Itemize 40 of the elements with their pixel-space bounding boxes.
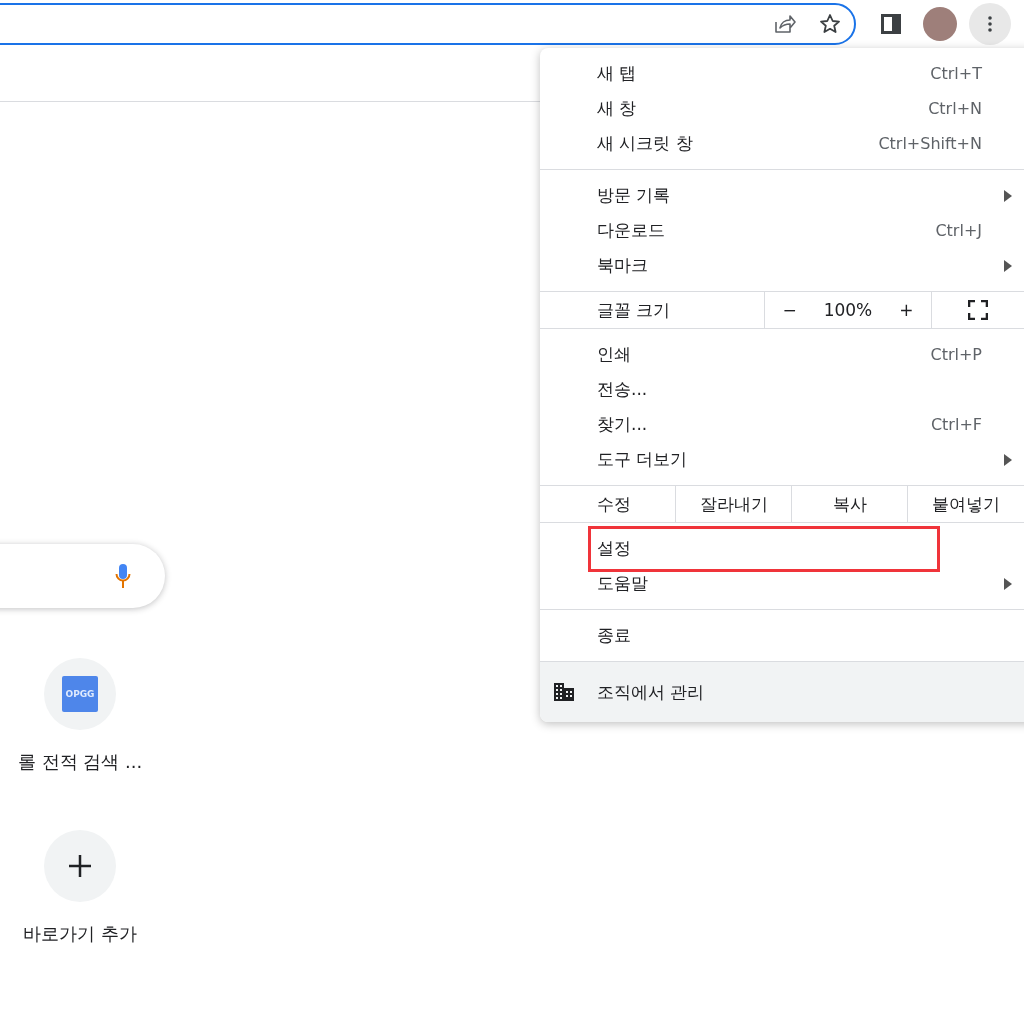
submenu-arrow-icon bbox=[1004, 190, 1012, 202]
menu-item[interactable]: 새 시크릿 창 Ctrl+Shift+N bbox=[540, 126, 1024, 161]
menu-icon bbox=[988, 16, 992, 32]
share-icon[interactable] bbox=[772, 12, 796, 36]
menu-item[interactable]: 설정 bbox=[540, 531, 1024, 566]
profile-avatar[interactable] bbox=[923, 7, 957, 41]
shortcut-label[interactable]: 롤 전적 검색 ... bbox=[17, 750, 143, 774]
edit-action-button[interactable]: 붙여넣기 bbox=[908, 486, 1024, 522]
menu-item[interactable]: 다운로드 Ctrl+J bbox=[540, 213, 1024, 248]
menu-button[interactable] bbox=[969, 3, 1011, 45]
star-icon[interactable] bbox=[818, 12, 842, 36]
site-logo: OPGG bbox=[62, 676, 98, 712]
side-panel-icon[interactable] bbox=[881, 14, 901, 34]
mic-icon[interactable] bbox=[115, 563, 131, 589]
menu-item[interactable]: 인쇄 Ctrl+P bbox=[540, 337, 1024, 372]
plus-icon bbox=[69, 855, 91, 877]
submenu-arrow-icon bbox=[1004, 454, 1012, 466]
menu-item[interactable]: 도구 더보기 bbox=[540, 442, 1024, 477]
shortcut-label[interactable]: 바로가기 추가 bbox=[23, 922, 137, 946]
submenu-arrow-icon bbox=[1004, 578, 1012, 590]
menu-item[interactable]: 북마크 bbox=[540, 248, 1024, 283]
menu-label: 글꼴 크기 bbox=[540, 292, 765, 328]
edit-action-button[interactable]: 잘라내기 bbox=[676, 486, 792, 522]
zoom-level: 100% bbox=[823, 300, 873, 320]
menu-item[interactable]: 방문 기록 bbox=[540, 178, 1024, 213]
fullscreen-icon bbox=[968, 300, 988, 320]
submenu-arrow-icon bbox=[1004, 260, 1012, 272]
menu-item[interactable]: 도움말 bbox=[540, 566, 1024, 601]
menu-label: 수정 bbox=[540, 486, 676, 522]
menu-item[interactable]: 찾기... Ctrl+F bbox=[540, 407, 1024, 442]
edit-action-button[interactable]: 복사 bbox=[792, 486, 908, 522]
menu-item[interactable]: 조직에서 관리 bbox=[540, 662, 1024, 722]
building-icon bbox=[553, 682, 575, 702]
menu-item[interactable]: 새 탭 Ctrl+T bbox=[540, 56, 1024, 91]
menu-item[interactable]: 전송... bbox=[540, 372, 1024, 407]
menu-item[interactable]: 종료 bbox=[540, 618, 1024, 653]
zoom-in-button[interactable]: + bbox=[891, 300, 922, 320]
zoom-out-button[interactable]: − bbox=[774, 300, 805, 320]
menu-item[interactable]: 새 창 Ctrl+N bbox=[540, 91, 1024, 126]
address-bar[interactable] bbox=[0, 3, 856, 45]
